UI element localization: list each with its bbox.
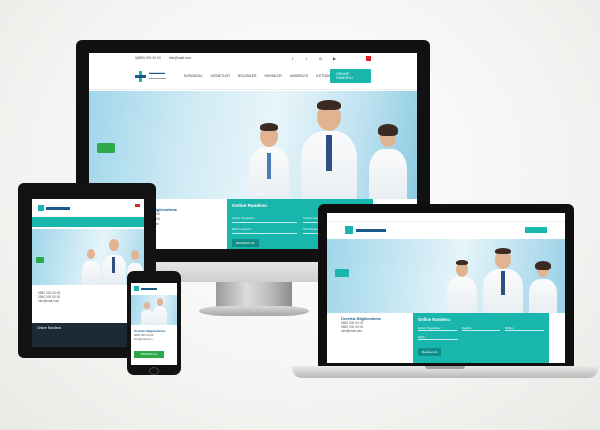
monitor-stand-base <box>199 306 309 316</box>
laptop-topbar <box>327 213 565 222</box>
department-field[interactable]: Bölüm Seçiniz <box>232 227 297 234</box>
phone-logo <box>134 286 157 291</box>
tablet-info: 0850 000 00 00 0850 000 00 00 info@mail.… <box>38 291 60 303</box>
submit-button[interactable]: RANDEVU AL <box>232 239 260 247</box>
whatsapp-badge[interactable] <box>36 257 44 263</box>
doctor-figure <box>249 121 289 199</box>
form-title: Online Randevu <box>418 317 450 322</box>
medical-cross-icon <box>134 286 139 291</box>
phone-field[interactable]: Telefon <box>461 326 501 331</box>
language-flag-icon[interactable] <box>366 55 371 61</box>
slider-dots[interactable] <box>253 193 263 195</box>
online-appointment-button[interactable] <box>525 227 547 233</box>
menu-item[interactable]: HİZMETLER <box>211 74 230 78</box>
doctor-figure <box>369 121 407 199</box>
facebook-icon[interactable]: f <box>290 56 295 61</box>
instagram-icon[interactable]: ◎ <box>318 56 323 61</box>
tablet-menu-bar[interactable] <box>32 217 144 227</box>
laptop-device: Ücretsiz Bilgilendirme 0850 000 00 00 08… <box>318 204 574 366</box>
youtube-icon[interactable]: ▶ <box>332 56 337 61</box>
language-flag-icon[interactable] <box>135 204 140 207</box>
main-navbar: ▬▬▬▬ ▬▬▬▬▬▬ KURUMSAL HİZMETLER BÖLÜMLER H… <box>89 63 417 90</box>
doctor-figure <box>301 99 357 199</box>
home-button[interactable] <box>149 367 159 375</box>
logo-text <box>356 228 386 232</box>
info-line: info@mail.com <box>38 299 60 303</box>
laptop-appointment-form: Online Randevu Adınız Soyadınız Telefon … <box>413 313 549 363</box>
phone-device: Ücretsiz Bilgilendirme 0850 000 00 00 in… <box>127 271 181 375</box>
menu-item[interactable]: BÖLÜMLER <box>238 74 257 78</box>
phone-info: Ücretsiz Bilgilendirme 0850 000 00 00 in… <box>134 329 166 341</box>
name-field[interactable]: Adınız Soyadınız <box>418 326 457 331</box>
laptop-notch <box>425 366 465 369</box>
department-field[interactable]: Bölüm <box>505 326 545 331</box>
menu-item[interactable]: KURUMSAL <box>184 74 203 78</box>
menu-item[interactable]: HABERLER <box>290 74 308 78</box>
submit-button[interactable]: Randevu Al <box>418 348 442 356</box>
medical-cross-icon <box>135 70 146 82</box>
laptop-info: Ücretsiz Bilgilendirme 0850 000 00 00 08… <box>341 317 381 333</box>
phone-hero <box>131 295 177 325</box>
info-line: info@mail.com <box>341 329 363 333</box>
site-logo[interactable]: ▬▬▬▬ ▬▬▬▬▬▬ <box>135 70 166 82</box>
twitter-icon[interactable]: t <box>304 56 309 61</box>
main-menu: KURUMSAL HİZMETLER BÖLÜMLER HEKİMLER HAB… <box>184 74 330 78</box>
menu-item[interactable]: İLETİŞİM <box>316 74 330 78</box>
info-line: info@mail.com <box>134 337 153 341</box>
phone-screen: Ücretsiz Bilgilendirme 0850 000 00 00 in… <box>131 283 177 365</box>
whatsapp-badge[interactable] <box>335 269 349 277</box>
name-field[interactable]: Adınız Soyadınız <box>232 216 297 223</box>
email-text: info@mail.com <box>168 56 192 60</box>
top-bar: 0(850) 000 00 00 info@mail.com f t ◎ ▶ <box>89 53 417 63</box>
laptop-hero <box>327 239 565 313</box>
social-links: f t ◎ ▶ <box>290 55 371 61</box>
medical-cross-icon <box>38 205 44 211</box>
medical-cross-icon <box>345 226 353 234</box>
online-appointment-button[interactable]: ONLINE RANDEVU <box>330 69 371 83</box>
logo-text: ▬▬▬▬ ▬▬▬▬▬▬ <box>149 70 166 80</box>
laptop-screen: Ücretsiz Bilgilendirme 0850 000 00 00 08… <box>327 213 565 363</box>
whatsapp-badge[interactable] <box>97 143 115 153</box>
tablet-logo <box>38 205 70 211</box>
date-field[interactable]: Tarih <box>418 335 459 340</box>
phone-text: 0(850) 000 00 00 <box>135 56 161 60</box>
menu-item[interactable]: HEKİMLER <box>265 74 282 78</box>
appointment-button[interactable]: RANDEVU AL <box>134 351 164 358</box>
laptop-navbar <box>327 222 565 238</box>
